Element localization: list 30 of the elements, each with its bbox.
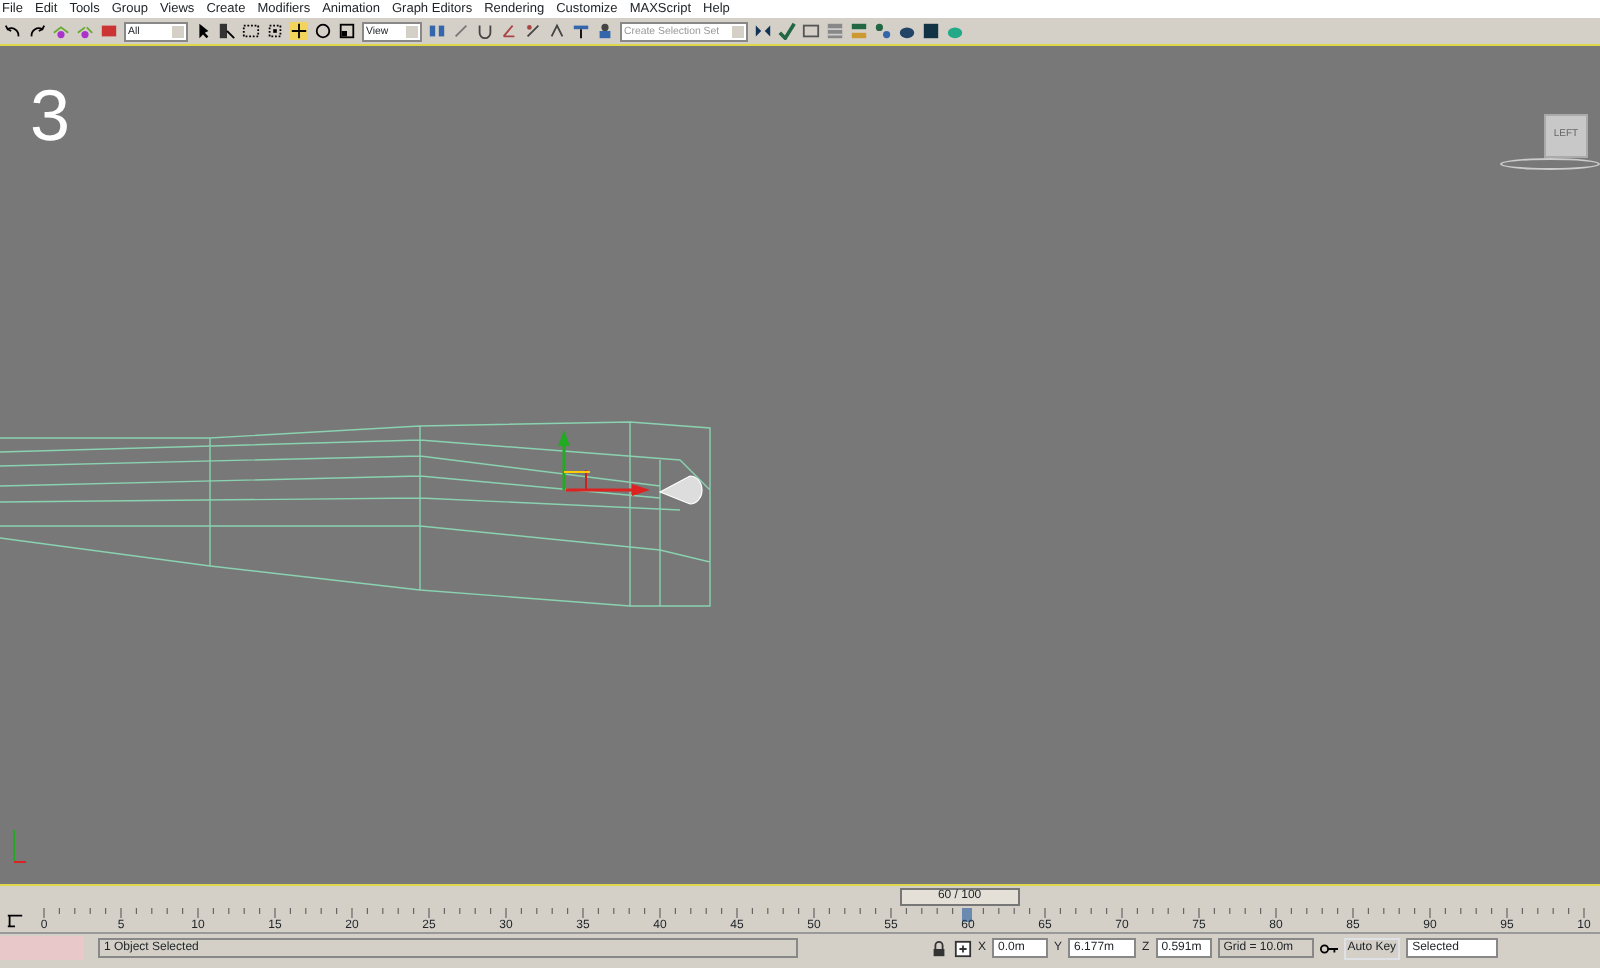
stacked-panels-icon[interactable] — [850, 22, 868, 40]
lock-icon[interactable] — [930, 939, 948, 957]
scale-square-icon[interactable] — [338, 22, 356, 40]
rotate-circle-icon[interactable] — [314, 22, 332, 40]
cursor-arrow-icon[interactable] — [194, 22, 212, 40]
axis-tripod-icon — [13, 829, 27, 863]
light-drawing — [659, 475, 703, 505]
nodes-icon[interactable] — [874, 22, 892, 40]
undo-arrow-icon[interactable] — [4, 22, 22, 40]
magnet-icon[interactable] — [476, 22, 494, 40]
redo-arrow-icon[interactable] — [28, 22, 46, 40]
edit-named-sets-icon[interactable] — [572, 22, 590, 40]
person-icon[interactable] — [596, 22, 614, 40]
viewport-label[interactable]: 3 — [30, 78, 71, 154]
mirror-icon[interactable] — [754, 22, 772, 40]
absolute-mode-icon[interactable] — [954, 939, 972, 957]
window-crossing-icon[interactable] — [266, 22, 284, 40]
percent-snap-icon[interactable] — [524, 22, 542, 40]
time-config-icon[interactable] — [6, 912, 24, 930]
transform-gizmo-drawing[interactable] — [558, 430, 650, 496]
pivot-icon[interactable] — [428, 22, 446, 40]
script-listener-field[interactable] — [0, 936, 84, 960]
key-icon[interactable] — [1319, 939, 1338, 957]
viewcube-ring[interactable] — [1500, 158, 1600, 170]
angle-snap-icon[interactable] — [500, 22, 518, 40]
move-cross-icon[interactable] — [290, 22, 308, 40]
align-icon[interactable] — [778, 22, 796, 40]
key-marker[interactable] — [961, 908, 972, 922]
rectangle-select-icon[interactable] — [242, 22, 260, 40]
select-by-name-icon[interactable] — [218, 22, 236, 40]
